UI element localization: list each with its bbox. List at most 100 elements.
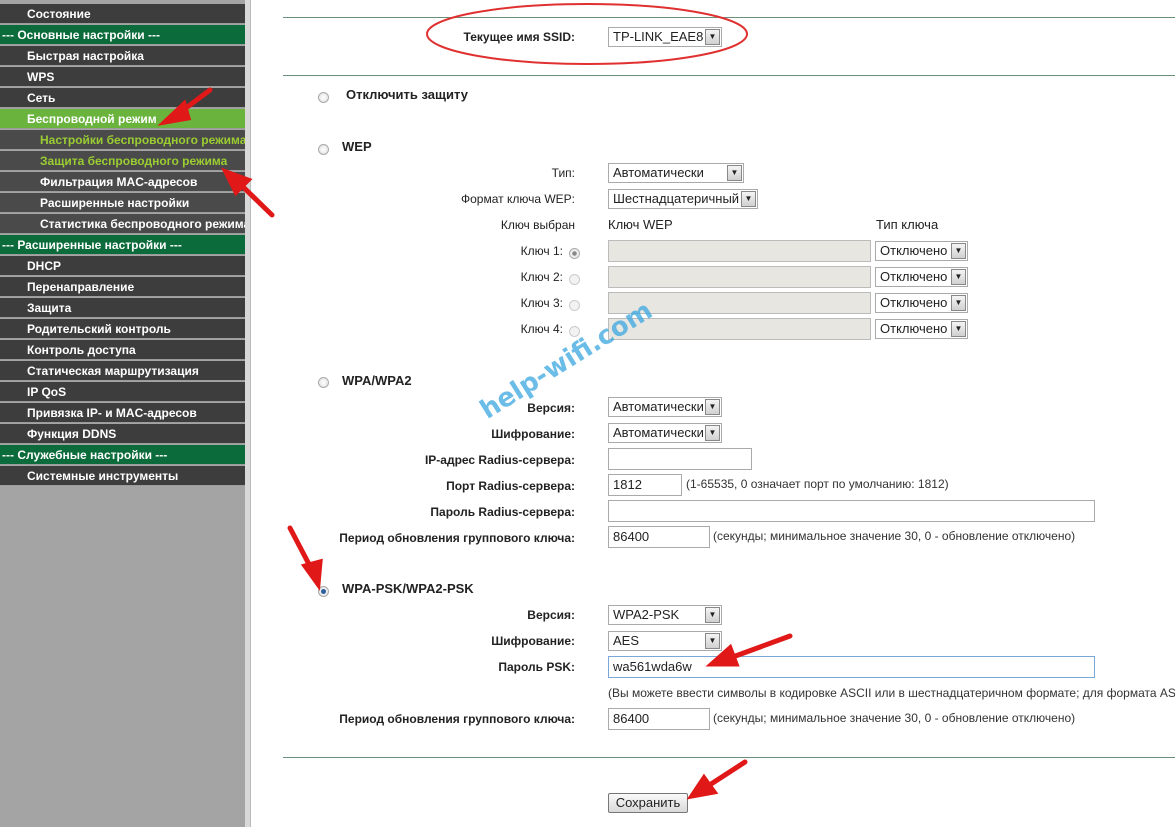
sidebar: Состояние --- Основные настройки --- Быстр… <box>0 0 245 827</box>
psk-encryption-select[interactable]: AES ▼ <box>608 631 722 651</box>
radio-disable-security[interactable] <box>318 92 329 103</box>
ssid-select[interactable]: TP-LINK_EAE8 ▼ <box>608 27 722 47</box>
psk-version-value: WPA2-PSK <box>613 607 680 622</box>
sidebar-item[interactable]: DHCP <box>0 256 245 276</box>
wpa-encryption-select[interactable]: Автоматически ▼ <box>608 423 722 443</box>
wpa-version-label: Версия: <box>527 401 575 415</box>
psk-password-note: (Вы можете ввести символы в кодировке AS… <box>608 686 1175 700</box>
divider <box>283 75 1175 76</box>
radio-wpa-psk[interactable] <box>318 586 329 597</box>
wep-key-radio[interactable] <box>569 274 580 285</box>
psk-group-key-note: (секунды; минимальное значение 30, 0 - о… <box>713 711 1076 725</box>
sidebar-item[interactable]: Быстрая настройка <box>0 46 245 66</box>
ssid-label: Текущее имя SSID: <box>463 30 576 44</box>
wep-key-label: Ключ 1: <box>520 244 563 258</box>
ssid-value: TP-LINK_EAE8 <box>613 29 704 44</box>
sidebar-item[interactable]: Перенаправление <box>0 277 245 297</box>
wep-key-type-value: Отключено <box>880 269 948 284</box>
wep-key-radio[interactable] <box>569 300 580 311</box>
psk-encryption-label: Шифрование: <box>491 634 575 648</box>
wep-type-value: Автоматически <box>613 165 704 180</box>
psk-version-select[interactable]: WPA2-PSK ▼ <box>608 605 722 625</box>
chevron-down-icon: ▼ <box>727 165 742 181</box>
sidebar-item[interactable]: Настройки беспроводного режима <box>0 130 245 150</box>
wpa-title: WPA/WPA2 <box>342 373 412 388</box>
wep-key-label: Ключ 2: <box>520 270 563 284</box>
wep-key-type-select[interactable]: Отключено ▼ <box>875 267 968 287</box>
chevron-down-icon: ▼ <box>705 425 720 441</box>
wep-key-type-value: Отключено <box>880 243 948 258</box>
save-button[interactable]: Сохранить <box>608 793 688 813</box>
wep-type-label: Тип: <box>551 166 575 180</box>
arrow-head-icon <box>300 558 323 591</box>
wep-key-type-value: Отключено <box>880 321 948 336</box>
radio-wep[interactable] <box>318 144 329 155</box>
psk-version-label: Версия: <box>527 608 575 622</box>
wpa-version-value: Автоматически <box>613 399 704 414</box>
sidebar-item[interactable]: WPS <box>0 67 245 87</box>
wep-title: WEP <box>342 139 372 154</box>
sidebar-item[interactable]: Защита <box>0 298 245 318</box>
wep-key-type-select[interactable]: Отключено ▼ <box>875 319 968 339</box>
chevron-down-icon: ▼ <box>951 321 966 337</box>
wep-key-type-select[interactable]: Отключено ▼ <box>875 241 968 261</box>
wep-key-label: Ключ 3: <box>520 296 563 310</box>
radio-wpa[interactable] <box>318 377 329 388</box>
arrow-icon <box>287 525 315 573</box>
wep-key-radio[interactable] <box>569 248 580 259</box>
wep-key-type-select[interactable]: Отключено ▼ <box>875 293 968 313</box>
radius-password-input[interactable] <box>608 500 1095 522</box>
sidebar-item[interactable]: Защита беспроводного режима <box>0 151 245 171</box>
chevron-down-icon: ▼ <box>951 243 966 259</box>
sidebar-item[interactable]: Расширенные настройки <box>0 193 245 213</box>
sidebar-item[interactable]: Фильтрация MAC-адресов <box>0 172 245 192</box>
col-key-type: Тип ключа <box>876 217 939 232</box>
wpa-encryption-label: Шифрование: <box>491 427 575 441</box>
sidebar-item[interactable]: IP QoS <box>0 382 245 402</box>
col-key-selected: Ключ выбран <box>500 218 575 232</box>
chevron-down-icon: ▼ <box>951 269 966 285</box>
sidebar-item[interactable]: Беспроводной режим <box>0 109 245 129</box>
chevron-down-icon: ▼ <box>741 191 756 207</box>
wpa-group-key-label: Период обновления группового ключа: <box>339 531 575 545</box>
col-wep-key: Ключ WEP <box>608 217 673 232</box>
sidebar-item[interactable]: Привязка IP- и MAC-адресов <box>0 403 245 423</box>
wep-key-input[interactable] <box>608 240 871 262</box>
wep-format-value: Шестнадцатеричный <box>613 191 740 206</box>
sidebar-section-header: --- Служебные настройки --- <box>0 445 245 465</box>
sidebar-item[interactable]: Контроль доступа <box>0 340 245 360</box>
wep-key-type-value: Отключено <box>880 295 948 310</box>
arrow-icon <box>727 633 793 661</box>
psk-group-key-label: Период обновления группового ключа: <box>339 712 575 726</box>
sidebar-section-header: --- Расширенные настройки --- <box>0 235 245 255</box>
wep-format-select[interactable]: Шестнадцатеричный ▼ <box>608 189 758 209</box>
radius-port-label: Порт Radius-сервера: <box>446 479 575 493</box>
chevron-down-icon: ▼ <box>705 399 720 415</box>
sidebar-item[interactable]: Системные инструменты <box>0 466 245 486</box>
wep-type-select[interactable]: Автоматически ▼ <box>608 163 744 183</box>
sidebar-item[interactable]: Статическая маршрутизация <box>0 361 245 381</box>
wpa-encryption-value: Автоматически <box>613 425 704 440</box>
wpa-version-select[interactable]: Автоматически ▼ <box>608 397 722 417</box>
sidebar-item[interactable]: Функция DDNS <box>0 424 245 444</box>
wep-key-input[interactable] <box>608 266 871 288</box>
sidebar-item[interactable]: Сеть <box>0 88 245 108</box>
arrow-head-icon <box>686 773 719 800</box>
radius-ip-input[interactable] <box>608 448 752 470</box>
arrow-icon <box>705 759 748 789</box>
wpa-group-key-input[interactable]: 86400 <box>608 526 710 548</box>
sidebar-divider <box>245 0 251 827</box>
chevron-down-icon: ▼ <box>705 633 720 649</box>
psk-group-key-input[interactable]: 86400 <box>608 708 710 730</box>
divider <box>283 757 1175 758</box>
wep-key-label: Ключ 4: <box>520 322 563 336</box>
sidebar-item[interactable]: Родительский контроль <box>0 319 245 339</box>
chevron-down-icon: ▼ <box>705 29 720 45</box>
radius-password-label: Пароль Radius-сервера: <box>430 505 575 519</box>
sidebar-item[interactable]: Статистика беспроводного режима <box>0 214 245 234</box>
wpa-group-key-note: (секунды; минимальное значение 30, 0 - о… <box>713 529 1076 543</box>
radius-port-input[interactable]: 1812 <box>608 474 682 496</box>
sidebar-item[interactable]: Состояние <box>0 4 245 24</box>
wep-format-label: Формат ключа WEP: <box>460 192 575 206</box>
psk-password-input[interactable]: wa561wda6w <box>608 656 1095 678</box>
